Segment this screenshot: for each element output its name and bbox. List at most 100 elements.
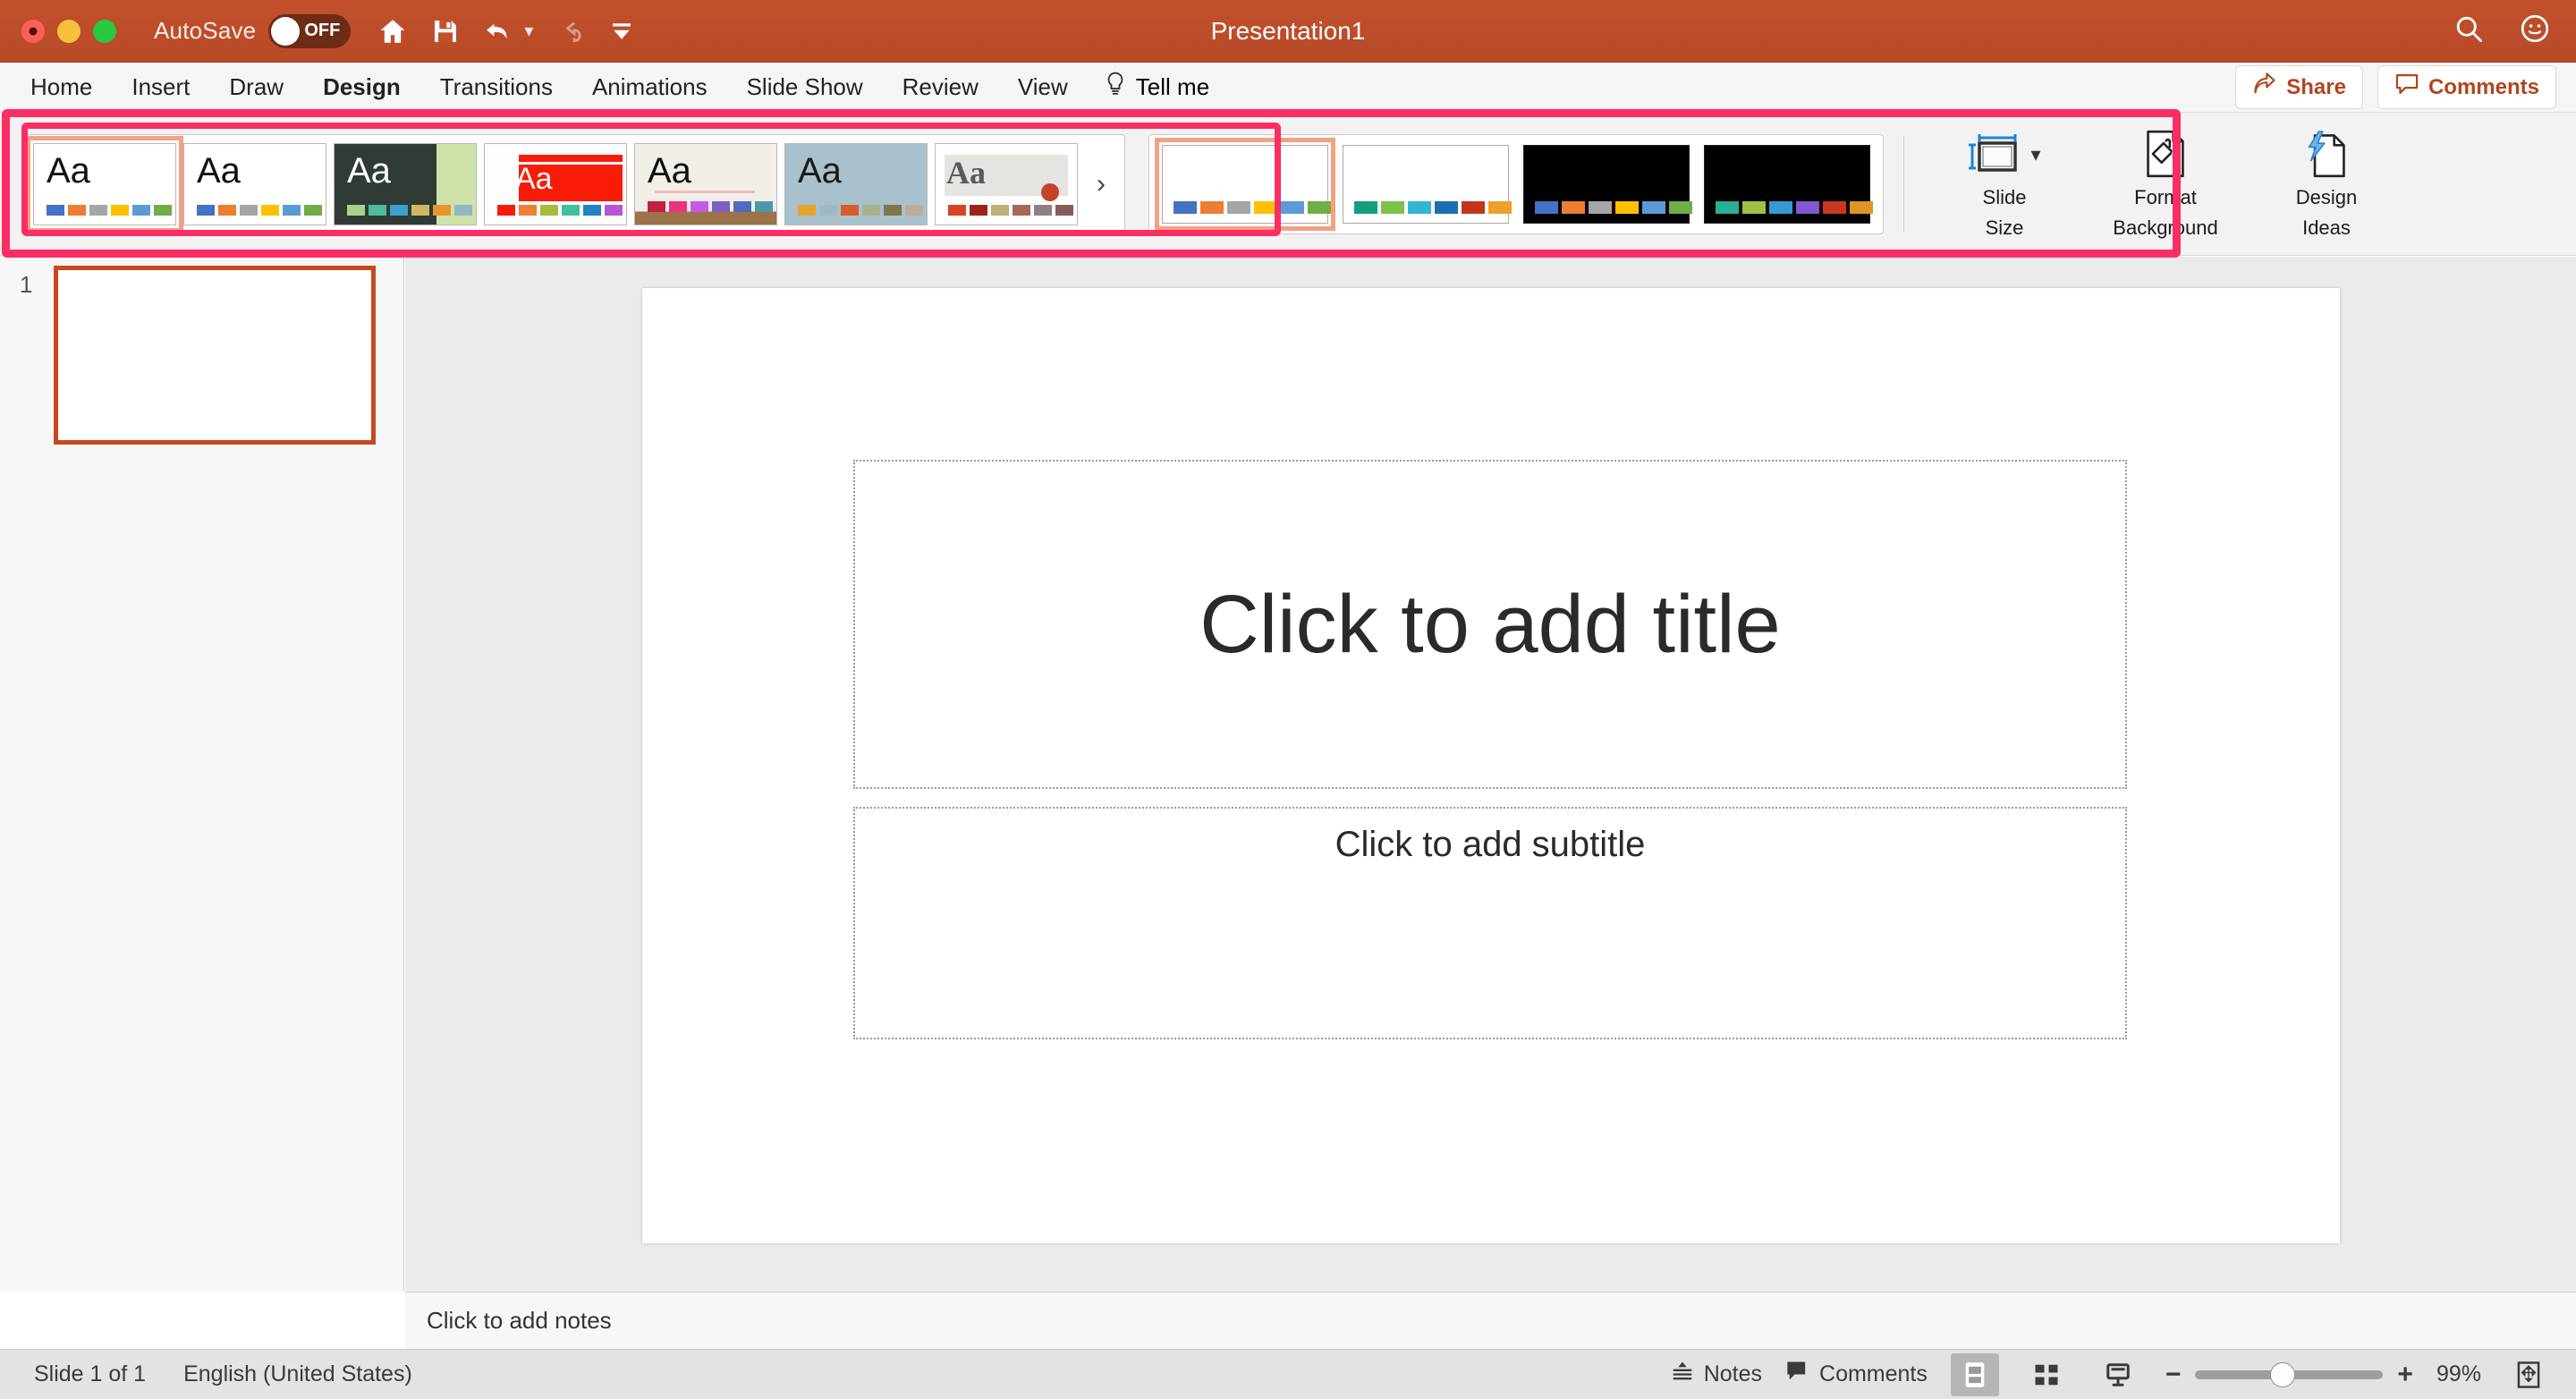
tab-slide-show[interactable]: Slide Show	[727, 73, 883, 101]
tab-review[interactable]: Review	[883, 73, 998, 101]
share-button[interactable]: Share	[2235, 65, 2363, 109]
format-background-button[interactable]: Format Background	[2085, 129, 2246, 239]
theme-aa-preview: Aa	[197, 150, 241, 191]
undo-icon[interactable]	[483, 16, 515, 47]
language-label[interactable]: English (United States)	[183, 1361, 412, 1387]
comment-bubble-icon	[2394, 72, 2419, 102]
search-icon[interactable]	[2453, 13, 2485, 49]
comments-label: Comments	[2428, 74, 2539, 99]
theme-aa-preview: Aa	[648, 150, 691, 191]
variant-thumbnail[interactable]	[1523, 144, 1692, 224]
theme-thumbnail[interactable]: Aa	[26, 135, 183, 233]
tab-animations[interactable]: Animations	[572, 73, 727, 101]
autosave-state-label: OFF	[304, 21, 341, 40]
ribbon-divider	[1903, 135, 1904, 233]
theme-swatches	[497, 204, 623, 216]
slide-number-label: 1	[20, 271, 33, 298]
title-bar: AutoSave OFF ▾ Presentation1	[0, 0, 2576, 63]
format-background-label-line2: Background	[2113, 216, 2218, 239]
tab-design[interactable]: Design	[303, 73, 420, 101]
variants-gallery	[1148, 133, 1884, 234]
variant-swatches	[1174, 200, 1331, 214]
title-placeholder[interactable]: Click to add title	[853, 460, 2127, 789]
zoom-slider-handle[interactable]	[2270, 1361, 2296, 1387]
redo-icon[interactable]	[556, 16, 585, 47]
theme-thumbnail[interactable]: Aa	[634, 142, 777, 225]
tab-view[interactable]: View	[998, 73, 1088, 101]
slide-size-icon: ▾	[1968, 129, 2041, 179]
autosave-control[interactable]: AutoSave OFF	[154, 13, 352, 48]
slide-sorter-icon[interactable]	[2022, 1353, 2071, 1396]
home-icon[interactable]	[377, 16, 408, 47]
notes-icon	[1670, 1360, 1695, 1389]
slide-size-button[interactable]: ▾ Slide Size	[1924, 129, 2085, 239]
titlebar-right-icons	[2453, 13, 2551, 49]
tab-draw[interactable]: Draw	[209, 73, 303, 101]
minimize-window-button[interactable]	[57, 19, 80, 43]
traffic-lights	[21, 19, 116, 43]
format-background-icon	[2143, 129, 2188, 179]
zoom-level-label[interactable]: 99%	[2436, 1361, 2481, 1387]
variant-thumbnail[interactable]	[1343, 144, 1512, 224]
notes-placeholder-text: Click to add notes	[427, 1307, 612, 1334]
slide-size-label-line1: Slide	[1982, 186, 2027, 209]
reading-view-icon[interactable]	[2094, 1353, 2142, 1396]
undo-dropdown-chevron[interactable]: ▾	[524, 20, 533, 42]
theme-aa-preview: Aa	[515, 161, 553, 196]
variant-thumbnail[interactable]	[1155, 137, 1335, 231]
status-bar-right: Notes Comments − + 99%	[1670, 1352, 2553, 1396]
notes-button-label: Notes	[1703, 1361, 1763, 1386]
design-ideas-button[interactable]: Design Ideas	[2246, 129, 2407, 239]
variant-swatches	[1354, 200, 1512, 214]
status-bar-left: Slide 1 of 1 English (United States)	[34, 1361, 412, 1387]
theme-aa-preview: Aa	[47, 150, 90, 191]
theme-thumbnail[interactable]: Aa	[334, 142, 477, 225]
theme-thumbnail[interactable]: Aa	[484, 142, 627, 225]
theme-aa-preview: Aa	[347, 150, 391, 191]
slide-size-chevron-icon[interactable]: ▾	[2030, 143, 2040, 165]
themes-gallery-more-button[interactable]: ›	[1081, 140, 1121, 229]
normal-view-icon[interactable]	[1950, 1352, 1999, 1396]
autosave-toggle-knob	[271, 16, 301, 46]
current-slide[interactable]: Click to add title Click to add subtitle	[642, 288, 2340, 1243]
ribbon-right-actions: Share Comments	[2235, 65, 2556, 109]
subtitle-placeholder[interactable]: Click to add subtitle	[853, 807, 2127, 1039]
variant-thumbnail[interactable]	[1704, 144, 1873, 224]
comments-button[interactable]: Comments	[2377, 65, 2556, 109]
customize-toolbar-icon[interactable]	[608, 18, 635, 45]
slide-thumbnail-pane[interactable]: 1	[0, 257, 404, 1292]
zoom-out-button[interactable]: −	[2165, 1360, 2182, 1390]
comments-toggle-button[interactable]: Comments	[1785, 1360, 1928, 1389]
notes-pane[interactable]: Click to add notes	[405, 1292, 2576, 1349]
theme-thumbnail[interactable]: Aa	[784, 142, 928, 225]
quick-access-toolbar: ▾	[377, 16, 635, 47]
fit-to-window-icon[interactable]	[2504, 1353, 2553, 1396]
notes-toggle-button[interactable]: Notes	[1670, 1360, 1762, 1389]
theme-swatches	[47, 204, 172, 216]
zoom-slider[interactable]: − +	[2165, 1360, 2413, 1390]
theme-aa-preview: Aa	[946, 154, 986, 191]
design-ribbon: Aa Aa Aa Aa Aa Aa Aa › ▾ Slide Size Form…	[0, 113, 2576, 256]
autosave-toggle[interactable]: OFF	[268, 13, 352, 48]
theme-swatches	[197, 204, 322, 216]
slide-count-label[interactable]: Slide 1 of 1	[34, 1361, 146, 1387]
tab-insert[interactable]: Insert	[112, 73, 209, 101]
slide-thumbnail-1[interactable]	[54, 266, 376, 445]
lightbulb-icon	[1104, 71, 1127, 104]
maximize-window-button[interactable]	[93, 19, 116, 43]
tell-me-label: Tell me	[1135, 73, 1210, 100]
themes-gallery: Aa Aa Aa Aa Aa Aa Aa ›	[25, 133, 1125, 234]
tab-home[interactable]: Home	[11, 73, 112, 101]
zoom-slider-track[interactable]	[2195, 1361, 2384, 1387]
theme-swatches	[648, 200, 773, 212]
design-ribbon-buttons: ▾ Slide Size Format Background Design Id…	[1924, 129, 2407, 239]
zoom-in-button[interactable]: +	[2397, 1360, 2413, 1390]
theme-thumbnail[interactable]: Aa	[935, 142, 1078, 225]
tell-me-search[interactable]: Tell me	[1088, 71, 1225, 104]
save-icon[interactable]	[431, 17, 460, 46]
close-window-button[interactable]	[21, 19, 45, 43]
tab-transitions[interactable]: Transitions	[420, 73, 572, 101]
theme-thumbnail[interactable]: Aa	[183, 142, 326, 225]
format-background-label-line1: Format	[2134, 186, 2197, 209]
account-smiley-icon[interactable]	[2519, 13, 2551, 49]
